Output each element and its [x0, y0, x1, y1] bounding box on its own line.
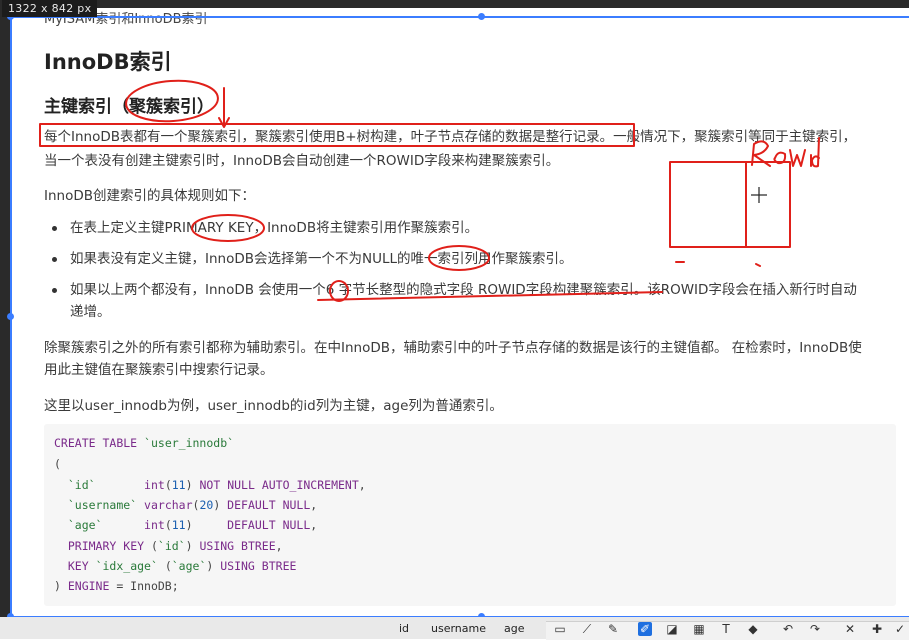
paragraph-secondary-line1: 除聚簇索引之外的所有索引都称为辅助索引。在中InnoDB，辅助索引中的叶子节点存…	[44, 340, 862, 356]
text-icon[interactable]: T	[719, 622, 733, 636]
list-item: 如果表没有定义主键，InnoDB会选择第一个不为NULL的唯一索引列用作聚簇索引…	[70, 251, 573, 267]
list-item: 如果以上两个都没有，InnoDB 会使用一个6 字节长整型的隐式字段 ROWID…	[70, 282, 857, 298]
crop-icon[interactable]: ▭	[553, 622, 567, 636]
crosshair-cursor-icon	[751, 187, 767, 203]
paragraph-example: 这里以user_innodb为例，user_innodb的id列为主键，age列…	[44, 398, 503, 414]
arrow-mark	[218, 87, 230, 128]
list-item: 在表上定义主键PRIMARY KEY，InnoDB将主键索引用作聚簇索引。	[70, 220, 479, 236]
column-label-id: id	[399, 622, 410, 635]
pin-icon[interactable]: ✚	[870, 622, 884, 636]
paragraph-clustered-line1: 每个InnoDB表都有一个聚簇索引，聚簇索引使用B+树构建，叶子节点存储的数据是…	[44, 129, 857, 145]
paragraph-rules-intro: InnoDB创建索引的具体规则如下：	[44, 188, 256, 204]
code-line: `id` int(11) NOT NULL AUTO_INCREMENT,	[67, 478, 366, 492]
window-top-edge	[0, 0, 909, 8]
code-line: CREATE TABLE `user_innodb`	[54, 436, 235, 450]
mosaic-icon[interactable]: ▦	[692, 622, 706, 636]
eraser-icon[interactable]: ◆	[746, 622, 760, 636]
paragraph-clustered-line2: 当一个表没有创建主键索引时，InnoDB会自动创建一个ROWID字段来构建聚簇索…	[44, 153, 560, 169]
code-line: `age` int(11) DEFAULT NULL,	[67, 518, 318, 532]
close-icon[interactable]: ✕	[843, 622, 857, 636]
diagram-rect	[669, 161, 791, 248]
column-label-age: age	[504, 622, 525, 635]
code-line: ) ENGINE = InnoDB;	[54, 579, 179, 593]
pen-icon[interactable]: ✎	[606, 622, 620, 636]
code-line: (	[54, 457, 61, 471]
selection-size-badge: 1322 x 842 px	[2, 0, 98, 17]
code-line: KEY `idx_age` (`age`) USING BTREE	[67, 559, 297, 573]
bullet-dot	[52, 288, 57, 293]
code-line: `username` varchar(20) DEFAULT NULL,	[67, 498, 318, 512]
marker-icon[interactable]: ✐	[638, 622, 652, 636]
bullet-dot	[52, 226, 57, 231]
resize-handle[interactable]	[7, 313, 14, 320]
undo-icon[interactable]: ↶	[781, 622, 795, 636]
code-line: PRIMARY KEY (`id`) USING BTREE,	[67, 539, 283, 553]
selection-border-top	[10, 16, 909, 18]
redo-icon[interactable]: ↷	[808, 622, 822, 636]
bullet-dot	[52, 257, 57, 262]
subheading-primary-key: 主键索引（聚簇索引）	[44, 97, 214, 117]
line-icon[interactable]: ⟋	[580, 622, 594, 636]
check-icon[interactable]: ✓	[893, 622, 907, 636]
list-item-continuation: 递增。	[70, 304, 111, 320]
highlighter-icon[interactable]: ◪	[665, 622, 679, 636]
page-heading: InnoDB索引	[44, 50, 172, 74]
column-label-username: username	[431, 622, 486, 635]
resize-handle[interactable]	[478, 13, 485, 20]
paragraph-secondary-line2: 用此主键值在聚簇索引中搜索行记录。	[44, 362, 274, 378]
